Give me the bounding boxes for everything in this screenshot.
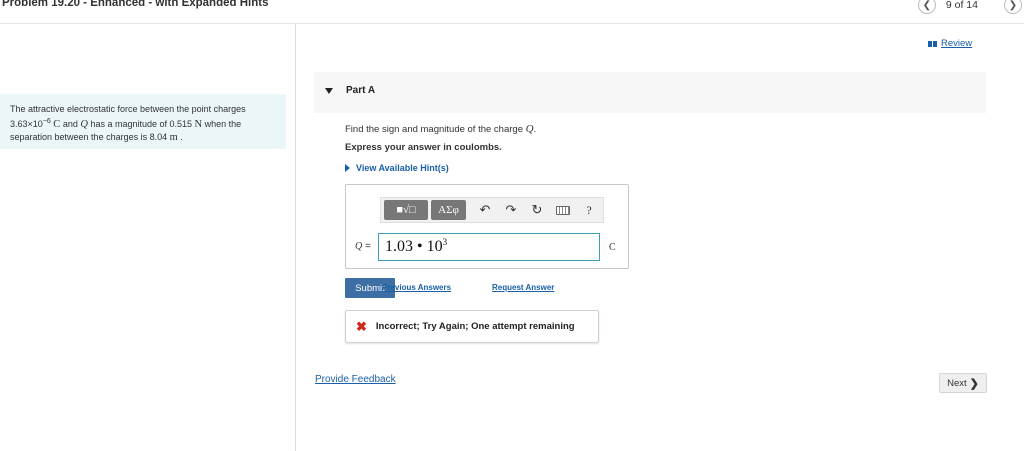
templates-button[interactable]: ■√□ <box>384 200 428 220</box>
request-answer-link[interactable]: Request Answer <box>492 283 554 292</box>
question-var: Q <box>525 123 534 135</box>
feedback-message: ✖ Incorrect; Try Again; One attempt rema… <box>345 310 599 343</box>
answer-equals: = <box>362 241 371 252</box>
question-text: Find the sign and magnitude of the charg… <box>345 124 526 135</box>
caret-down-icon <box>325 88 333 94</box>
unit-meter: m <box>169 132 178 143</box>
chevron-right-icon[interactable]: ❯ <box>1004 0 1022 14</box>
unit-newton: N <box>194 118 203 130</box>
hints-label: View Available Hint(s) <box>356 163 449 173</box>
review-bars-icon <box>928 40 937 47</box>
previous-answers-link[interactable]: Previous Answers <box>382 283 451 292</box>
view-hints-toggle[interactable]: View Available Hint(s) <box>345 163 449 173</box>
charge-value: 3.63×10 <box>10 118 43 129</box>
review-link[interactable]: Review <box>928 38 972 49</box>
part-a-header[interactable]: Part A <box>314 72 986 113</box>
redo-icon[interactable]: ↷ <box>500 200 522 220</box>
next-button[interactable]: Next ❯ <box>939 373 987 393</box>
problem-text-2: and <box>60 118 81 129</box>
problem-statement: The attractive electrostatic force betwe… <box>0 94 286 149</box>
problem-text-5: . <box>177 132 183 142</box>
math-toolbar: ■√□ ΑΣφ ↶ ↷ ↻ ? <box>380 197 604 223</box>
charge-exponent: −6 <box>42 117 51 125</box>
answer-exponent: 3 <box>442 237 448 247</box>
reset-icon[interactable]: ↻ <box>526 200 548 220</box>
answer-input[interactable]: 1.03 • 10 3 <box>378 233 600 261</box>
answer-box: ■√□ ΑΣφ ↶ ↷ ↻ ? Q = 1.03 • 10 3 C <box>345 184 629 269</box>
top-bar: Problem 19.20 - Enhanced - with Expanded… <box>0 0 1024 24</box>
answer-label: Q = <box>355 241 371 252</box>
undo-icon[interactable]: ↶ <box>474 200 496 220</box>
part-title: Part A <box>346 85 376 96</box>
keyboard-icon[interactable] <box>552 200 574 220</box>
pager: ❮ 9 of 14 <box>917 0 988 14</box>
answer-mantissa: 1.03 • 10 <box>385 238 443 255</box>
chevron-left-icon[interactable]: ❮ <box>917 0 936 14</box>
keyboard-glyph <box>556 205 570 215</box>
problem-title: Problem 19.20 - Enhanced - with Expanded… <box>2 0 269 9</box>
pager-text: 9 of 14 <box>945 0 978 11</box>
problem-text-1: The attractive electrostatic force betwe… <box>10 104 246 114</box>
column-divider <box>295 24 296 451</box>
caret-right-icon <box>345 164 350 172</box>
provide-feedback-link[interactable]: Provide Feedback <box>315 374 396 385</box>
pager-next: ❯ <box>1004 0 1022 14</box>
var-q: Q <box>80 118 88 130</box>
answer-unit: C <box>609 242 616 253</box>
express-instruction: Express your answer in coulombs. <box>345 142 502 153</box>
question-end: . <box>533 124 537 135</box>
feedback-text: Incorrect; Try Again; One attempt remain… <box>375 321 575 332</box>
greek-symbols-button[interactable]: ΑΣφ <box>431 200 466 220</box>
question-prompt: Find the sign and magnitude of the charg… <box>345 123 536 135</box>
chevron-right-icon: ❯ <box>969 377 979 390</box>
help-icon[interactable]: ? <box>578 200 600 220</box>
problem-text-3: has a magnitude of 0.515 <box>87 118 195 129</box>
next-label: Next <box>947 377 967 389</box>
x-icon: ✖ <box>356 319 367 334</box>
review-label: Review <box>941 38 973 49</box>
